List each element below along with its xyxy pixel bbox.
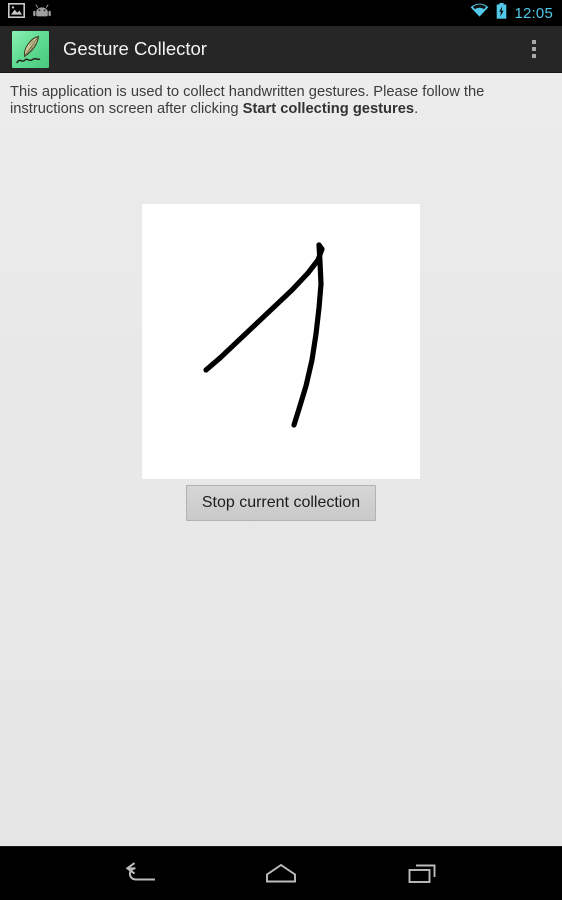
instructions-emphasis: Start collecting gestures bbox=[242, 101, 415, 117]
recents-icon[interactable] bbox=[394, 852, 450, 896]
android-screen: 12:05 Gesture Collector This application… bbox=[0, 0, 562, 900]
status-bar-clock: 12:05 bbox=[514, 4, 553, 22]
gesture-stroke-diagonal-upstroke bbox=[203, 242, 325, 373]
overflow-dot-1 bbox=[532, 40, 536, 44]
gesture-canvas[interactable] bbox=[142, 204, 420, 479]
overflow-dot-2 bbox=[532, 47, 536, 51]
overflow-dot-3 bbox=[532, 54, 536, 58]
main-content: This application is used to collect hand… bbox=[0, 73, 562, 846]
status-bar: 12:05 bbox=[0, 0, 562, 26]
instructions-tail: . bbox=[414, 101, 419, 117]
wifi-icon bbox=[470, 3, 489, 23]
instructions-text: This application is used to collect hand… bbox=[0, 73, 562, 118]
navigation-bar bbox=[0, 846, 562, 900]
status-bar-system-icons: 12:05 bbox=[470, 2, 553, 24]
gesture-strokes bbox=[203, 242, 325, 428]
stop-collection-button[interactable]: Stop current collection bbox=[186, 485, 376, 521]
action-bar: Gesture Collector bbox=[0, 26, 562, 73]
quill-feather-icon bbox=[12, 30, 49, 68]
home-icon[interactable] bbox=[253, 852, 309, 896]
battery-charging-icon bbox=[496, 2, 507, 24]
android-head-icon bbox=[33, 4, 51, 23]
screenshot-icon bbox=[8, 3, 25, 23]
back-icon[interactable] bbox=[112, 852, 168, 896]
overflow-menu-icon[interactable] bbox=[512, 26, 556, 73]
status-bar-notification-icons bbox=[8, 3, 51, 23]
page-title: Gesture Collector bbox=[63, 38, 207, 59]
